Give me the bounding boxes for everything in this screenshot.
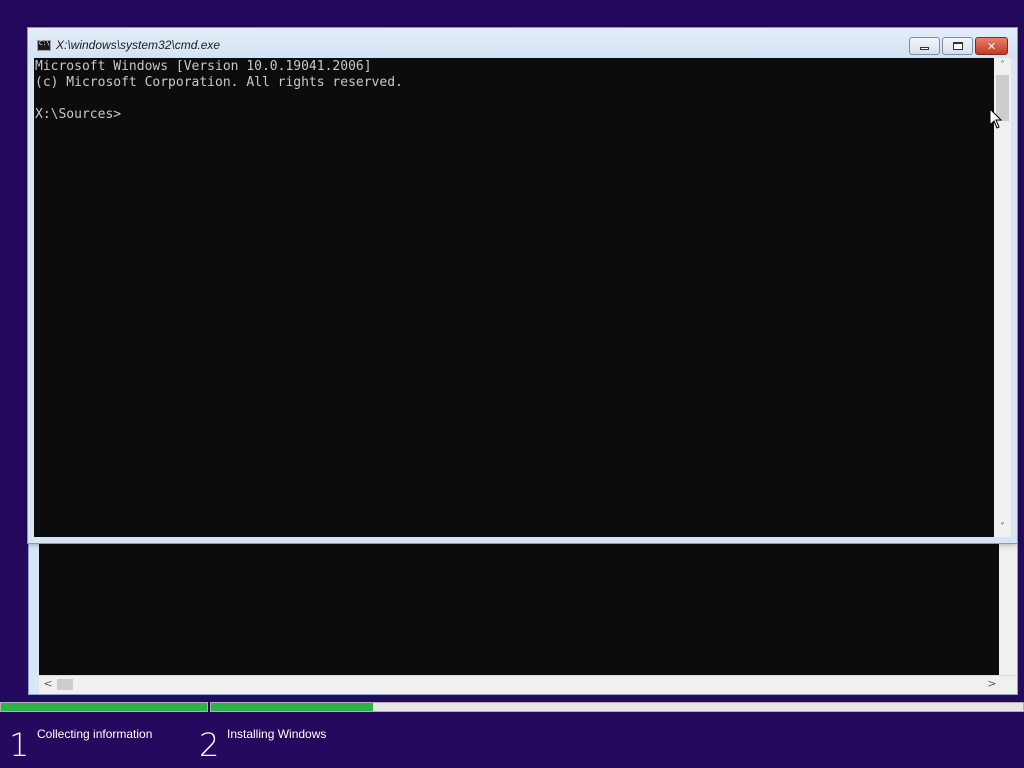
close-button[interactable]: ✕ bbox=[975, 37, 1008, 55]
scroll-up-arrow-icon[interactable]: ˄ bbox=[994, 58, 1011, 74]
progress-fill bbox=[1, 703, 207, 711]
cmd-window[interactable]: X:\windows\system32\cmd.exe ✕ Microsoft … bbox=[27, 27, 1018, 544]
progress-segment-installing bbox=[210, 702, 1024, 712]
maximize-icon bbox=[952, 42, 963, 50]
background-vertical-scrollbar[interactable] bbox=[999, 543, 1017, 675]
progress-segment-collecting bbox=[0, 702, 208, 712]
background-console-area bbox=[39, 543, 999, 675]
maximize-button[interactable] bbox=[942, 37, 973, 55]
console-prompt[interactable]: X:\Sources> bbox=[35, 107, 994, 123]
scroll-left-arrow-icon[interactable]: < bbox=[41, 677, 55, 691]
mouse-pointer-icon bbox=[989, 108, 1003, 129]
scroll-down-arrow-icon[interactable]: ˅ bbox=[994, 520, 1011, 536]
title-bar[interactable]: X:\windows\system32\cmd.exe ✕ bbox=[28, 28, 1017, 58]
window-title: X:\windows\system32\cmd.exe bbox=[56, 38, 221, 52]
background-horizontal-scrollbar[interactable]: < > bbox=[39, 675, 1017, 694]
step-label: Installing Windows bbox=[227, 727, 327, 741]
setup-progress-bar bbox=[0, 702, 1024, 712]
console-output[interactable]: Microsoft Windows [Version 10.0.19041.20… bbox=[34, 58, 994, 537]
background-installer-window: < > bbox=[28, 520, 1018, 695]
close-icon: ✕ bbox=[986, 39, 997, 53]
cmd-icon[interactable] bbox=[37, 40, 51, 51]
step-number: 2 bbox=[199, 726, 220, 764]
step-number: 1 bbox=[9, 726, 30, 764]
horizontal-scroll-thumb[interactable] bbox=[57, 679, 73, 690]
step-label: Collecting information bbox=[37, 727, 153, 741]
minimize-icon bbox=[920, 47, 929, 50]
console-line: (c) Microsoft Corporation. All rights re… bbox=[35, 75, 403, 90]
scroll-right-arrow-icon[interactable]: > bbox=[985, 677, 999, 691]
minimize-button[interactable] bbox=[909, 37, 940, 55]
progress-fill bbox=[211, 703, 374, 711]
console-line: Microsoft Windows [Version 10.0.19041.20… bbox=[35, 59, 372, 74]
